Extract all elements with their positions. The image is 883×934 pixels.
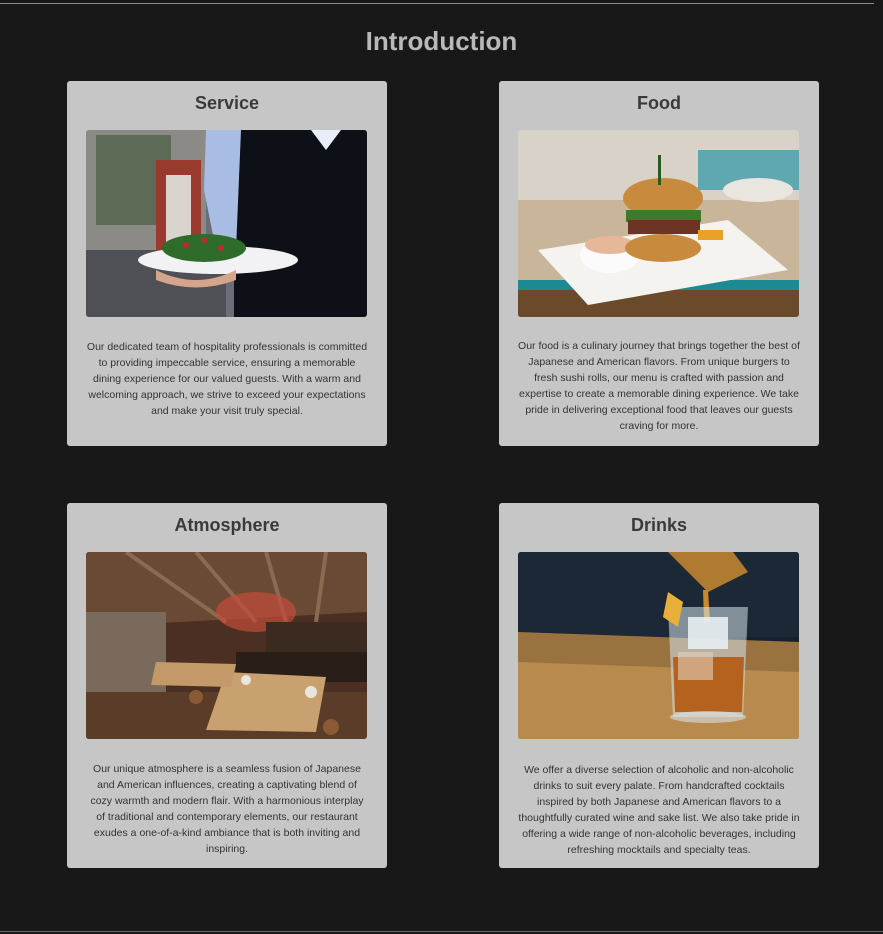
card-title: Service bbox=[194, 93, 260, 113]
bottom-divider bbox=[0, 931, 883, 932]
service-image bbox=[86, 130, 367, 317]
card-food: Food Our food is a culinary journey that… bbox=[499, 81, 819, 446]
card-title: Food bbox=[637, 93, 681, 113]
card-service: Service Our dedicated team of hospitalit… bbox=[67, 81, 387, 446]
card-title: Atmosphere bbox=[174, 515, 280, 535]
card-title: Drinks bbox=[630, 515, 688, 535]
card-drinks: Drinks We offer a diverse selection of a… bbox=[499, 503, 819, 868]
card-description: Our food is a culinary journey that brin… bbox=[518, 340, 800, 432]
food-image bbox=[518, 130, 799, 317]
card-description: Our unique atmosphere is a seamless fusi… bbox=[90, 763, 364, 855]
atmosphere-image bbox=[86, 552, 367, 739]
card-atmosphere: Atmosphere Our unique atmosphere is a se… bbox=[67, 503, 387, 868]
drinks-image bbox=[518, 552, 799, 739]
card-description: Our dedicated team of hospitality profes… bbox=[86, 341, 368, 417]
section-title: Introduction bbox=[365, 26, 518, 56]
top-divider bbox=[0, 3, 874, 4]
card-description: We offer a diverse selection of alcoholi… bbox=[518, 764, 800, 856]
